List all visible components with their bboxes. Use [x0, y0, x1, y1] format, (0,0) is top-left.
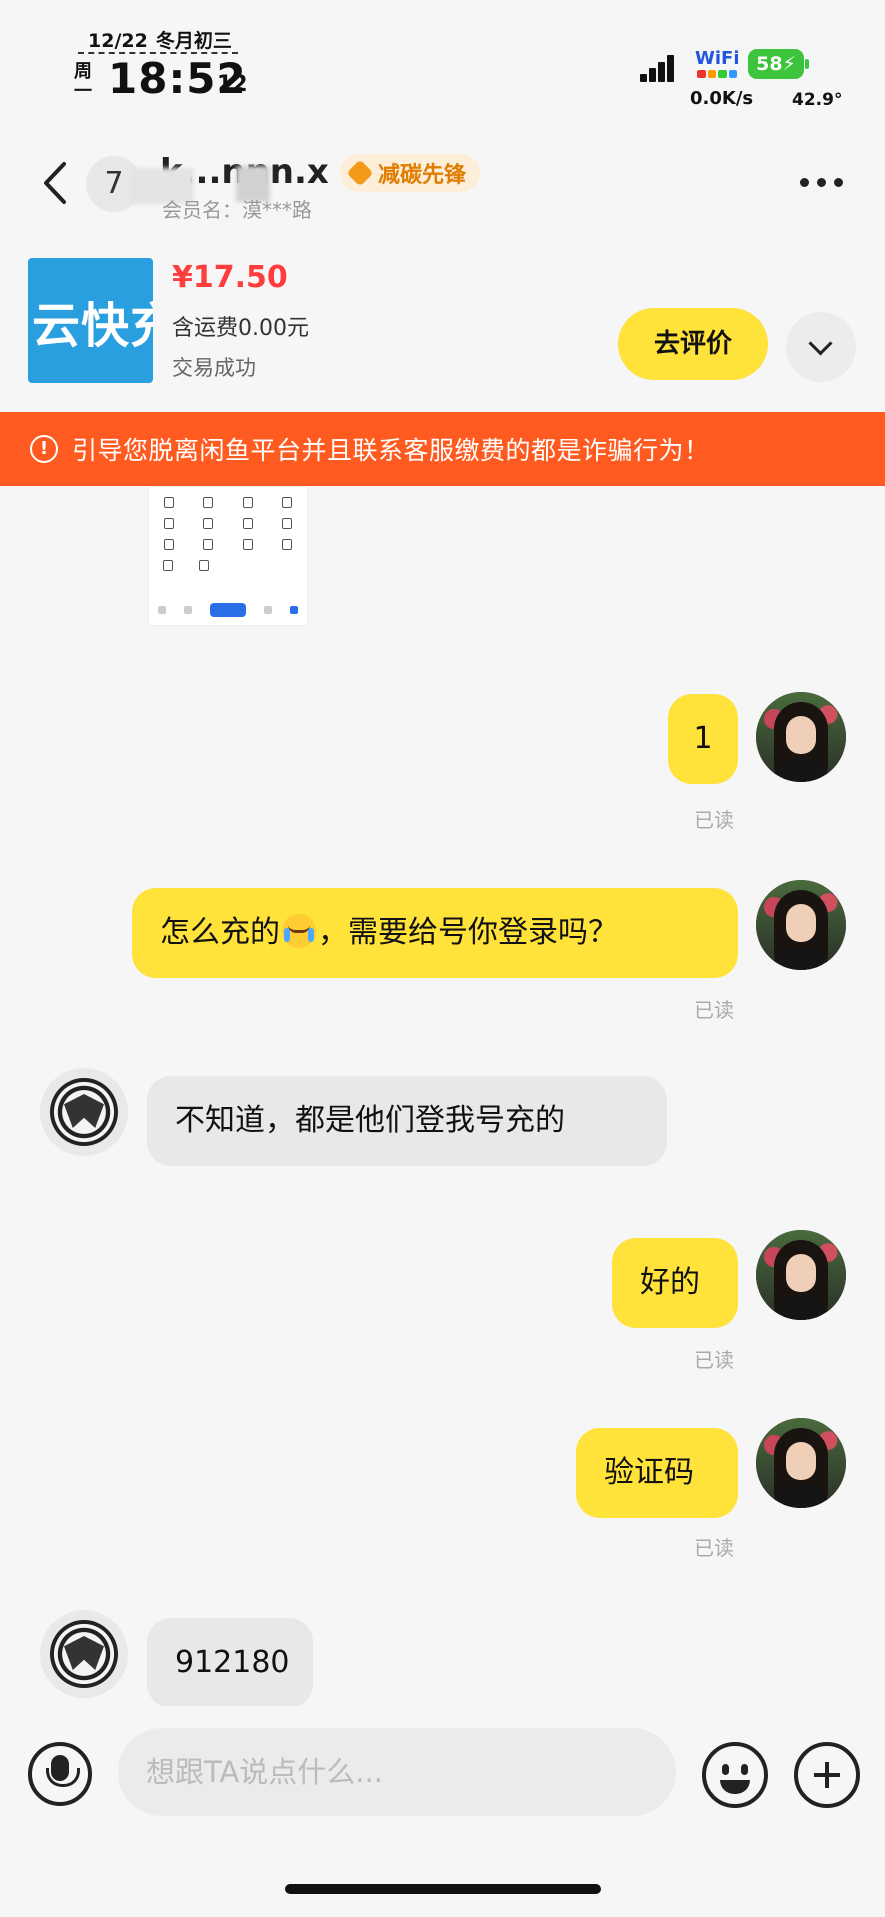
seller-avatar[interactable] — [40, 1610, 128, 1698]
read-receipt: 已读 — [694, 808, 734, 832]
battery-level: 58 — [756, 53, 783, 75]
carbon-badge[interactable]: 减碳先锋 — [340, 154, 481, 192]
shipping-fee: 含运费0.00元 — [172, 316, 309, 341]
microphone-icon[interactable] — [28, 1742, 92, 1806]
message-text: 怎么充的 — [160, 915, 280, 950]
home-indicator[interactable] — [285, 1884, 601, 1894]
my-avatar[interactable] — [756, 1230, 846, 1320]
battery-icon: 58⚡ — [748, 49, 809, 79]
review-button[interactable]: 去评价 — [618, 308, 768, 380]
warning-text: 引导您脱离闲鱼平台并且联系客服缴费的都是诈骗行为！ — [72, 436, 710, 465]
chevron-down-icon[interactable] — [786, 312, 856, 382]
trade-status: 交易成功 — [172, 356, 256, 380]
more-icon[interactable] — [800, 172, 850, 192]
badge-label: 减碳先锋 — [378, 163, 467, 188]
status-date: 12/22 冬月初三 — [88, 30, 232, 52]
read-receipt: 已读 — [694, 998, 734, 1022]
wifi-strength-icon — [697, 70, 737, 78]
message-bubble[interactable]: 好的 — [612, 1238, 738, 1328]
fraud-warning-banner: ! 引导您脱离闲鱼平台并且联系客服缴费的都是诈骗行为！ — [0, 412, 885, 486]
message-bubble[interactable]: 1 — [668, 694, 738, 784]
badge-icon — [346, 159, 374, 187]
crying-laughing-emoji-icon — [282, 914, 316, 948]
my-avatar[interactable] — [756, 1418, 846, 1508]
product-thumbnail[interactable]: 云快充 — [28, 258, 153, 383]
product-thumb-text: 云快充 — [32, 298, 153, 354]
my-avatar[interactable] — [756, 692, 846, 782]
wifi-icon: WiFi — [695, 48, 740, 69]
message-bubble[interactable]: 912180 — [147, 1618, 313, 1706]
status-bar: 12/22 冬月初三 周一 18:52 12 WiFi 58⚡ 0.0K/s 42… — [0, 0, 885, 120]
chat-header: 7 k...nnn.x 减碳先锋 会员名：漠***路 — [0, 140, 885, 236]
product-card[interactable]: 云快充 ¥17.50 含运费0.00元 交易成功 去评价 — [0, 248, 885, 398]
emoji-icon[interactable] — [702, 1742, 768, 1808]
status-seconds: 12 — [217, 72, 248, 97]
plus-icon[interactable] — [794, 1742, 860, 1808]
read-receipt: 已读 — [694, 1348, 734, 1372]
message-bubble[interactable]: 怎么充的 ，需要给号你登录吗？ — [132, 888, 738, 978]
back-icon[interactable] — [36, 158, 76, 208]
message-bubble[interactable]: 不知道，都是他们登我号充的 — [147, 1076, 667, 1166]
temperature: 42.9° — [792, 90, 843, 110]
my-avatar[interactable] — [756, 880, 846, 970]
message-input[interactable] — [118, 1728, 676, 1816]
warning-icon: ! — [30, 435, 58, 463]
net-speed: 0.0K/s — [690, 88, 754, 109]
signal-icon — [640, 54, 676, 82]
message-bubble[interactable]: 验证码 — [576, 1428, 738, 1518]
member-name: 会员名：漠***路 — [162, 198, 312, 222]
status-weekday: 周一 — [74, 61, 92, 102]
image-message[interactable] — [148, 486, 308, 626]
message-text: ，需要给号你登录吗？ — [318, 915, 618, 950]
chat-messages[interactable]: 1 已读 怎么充的 ，需要给号你登录吗？ 已读 不知道，都是他们登我号充的 好的 … — [0, 486, 885, 1706]
input-bar — [0, 1706, 885, 1846]
read-receipt: 已读 — [694, 1536, 734, 1560]
product-price: ¥17.50 — [172, 260, 288, 295]
seller-avatar[interactable] — [40, 1068, 128, 1156]
